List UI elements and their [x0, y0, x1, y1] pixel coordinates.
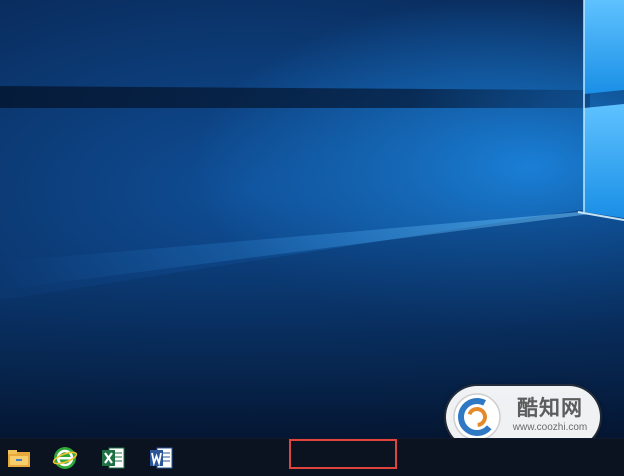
coozhi-logo-icon — [453, 393, 501, 441]
desktop: 酷知网 www.coozhi.com — [0, 0, 624, 476]
word-icon — [150, 447, 173, 469]
watermark-title: 酷知网 — [517, 396, 583, 420]
folder-icon — [8, 450, 30, 467]
watermark-url: www.coozhi.com — [512, 422, 588, 433]
windows-wallpaper — [0, 0, 624, 438]
excel-icon — [102, 447, 125, 469]
taskbar-highlight-box — [289, 439, 397, 469]
browser-icon — [52, 447, 78, 469]
word-button[interactable] — [146, 443, 176, 473]
file-explorer-button[interactable] — [4, 443, 34, 473]
browser-button[interactable] — [50, 443, 80, 473]
excel-button[interactable] — [98, 443, 128, 473]
